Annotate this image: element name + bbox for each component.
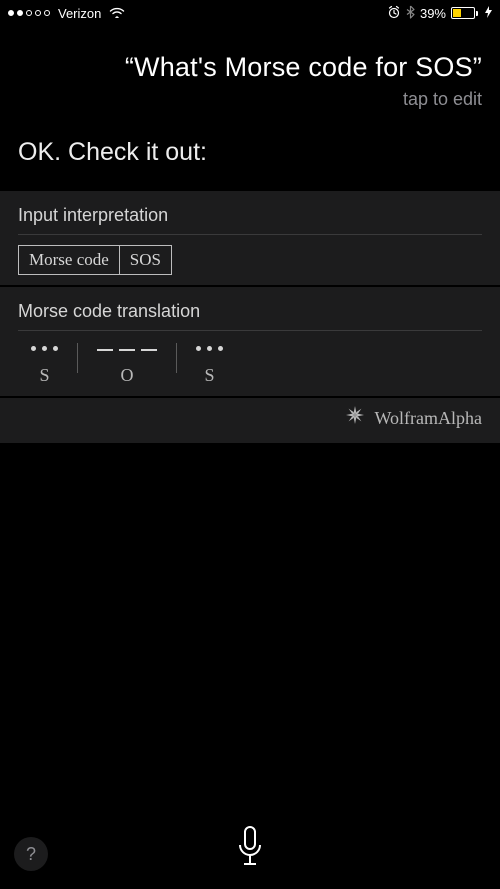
wifi-icon	[109, 5, 125, 21]
help-icon: ?	[26, 844, 36, 865]
separator	[176, 343, 177, 373]
query-area[interactable]: “What's Morse code for SOS” tap to edit	[0, 22, 500, 120]
morse-row: S O S	[18, 341, 482, 386]
input-interpretation-row: Morse code SOS	[18, 245, 482, 275]
wolfram-star-icon	[346, 408, 369, 428]
carrier-label: Verizon	[58, 6, 101, 21]
morse-group-s2: S	[183, 341, 236, 386]
query-text: “What's Morse code for SOS”	[18, 52, 482, 83]
status-bar: Verizon 39%	[0, 0, 500, 22]
tap-to-edit-hint[interactable]: tap to edit	[18, 89, 482, 110]
status-left: Verizon	[8, 5, 125, 21]
charging-icon	[485, 6, 492, 21]
divider	[18, 234, 482, 235]
morse-group-o: O	[84, 341, 170, 386]
input-box-value: SOS	[120, 245, 172, 275]
morse-group-s1: S	[18, 341, 71, 386]
help-button[interactable]: ?	[14, 837, 48, 871]
morse-letter: S	[204, 365, 214, 386]
attribution-text: WolframAlpha	[374, 408, 482, 428]
microphone-icon	[236, 825, 264, 869]
morse-code-dots	[193, 341, 226, 359]
battery-icon	[451, 7, 478, 19]
signal-strength-icon	[8, 10, 50, 16]
panel-title: Morse code translation	[18, 301, 482, 322]
panel-title: Input interpretation	[18, 205, 482, 226]
siri-response: OK. Check it out:	[0, 120, 500, 191]
morse-letter: S	[39, 365, 49, 386]
bottom-bar: ?	[0, 809, 500, 889]
status-right: 39%	[387, 5, 492, 22]
morse-letter: O	[121, 365, 134, 386]
bluetooth-icon	[406, 5, 415, 22]
divider	[18, 330, 482, 331]
morse-code-dots	[28, 341, 61, 359]
morse-translation-panel: Morse code translation S O S	[0, 287, 500, 396]
morse-code-dashes	[94, 341, 160, 359]
alarm-icon	[387, 5, 401, 22]
attribution: WolframAlpha	[0, 398, 500, 443]
input-interpretation-panel: Input interpretation Morse code SOS	[0, 191, 500, 285]
microphone-button[interactable]	[236, 825, 264, 874]
input-box-type: Morse code	[18, 245, 120, 275]
separator	[77, 343, 78, 373]
battery-percent: 39%	[420, 6, 446, 21]
